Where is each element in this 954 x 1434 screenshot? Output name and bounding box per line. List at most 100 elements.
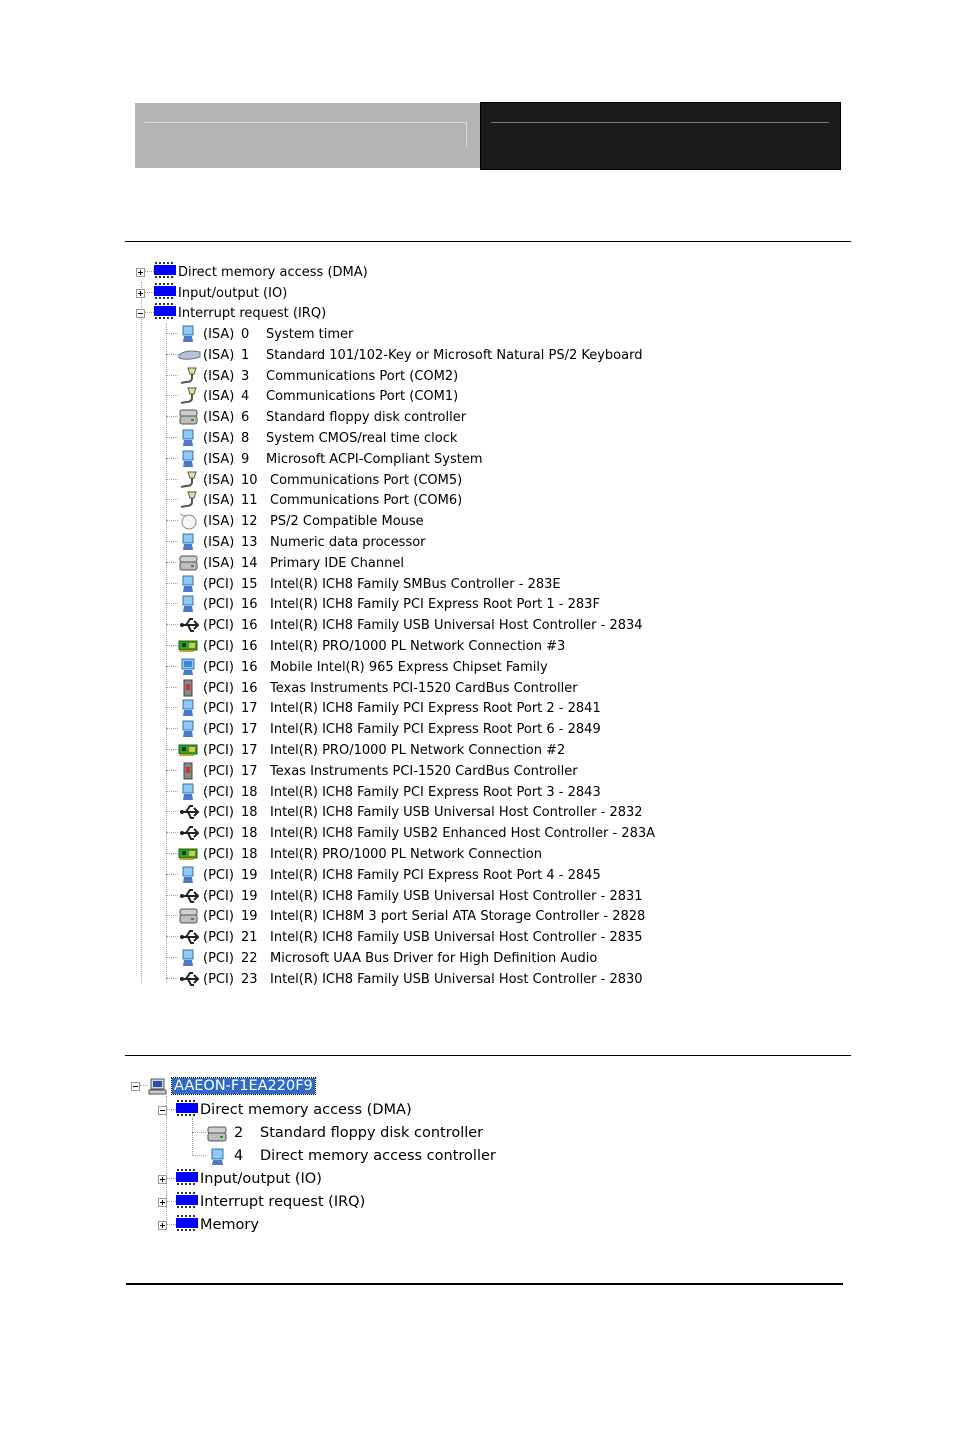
device-label: Intel(R) ICH8 Family USB Universal Host … [270, 617, 643, 633]
irq-list-item[interactable]: (PCI) 16 Intel(R) ICH8 Family USB Universa… [166, 615, 643, 635]
tree-root-computer[interactable]: AAEON-F1EA220F9 [131, 1075, 316, 1097]
irq-list-item[interactable]: (ISA) 0 System timer [166, 324, 353, 344]
bus-type: (PCI) [203, 680, 234, 696]
irq-list-item[interactable]: (PCI) 19 Intel(R) ICH8 Family USB Universa… [166, 886, 643, 906]
tree-category-io[interactable]: Input/output (IO) [136, 283, 287, 303]
system-device-icon [206, 1147, 230, 1165]
tree-connector [166, 791, 178, 793]
bus-type: (PCI) [203, 971, 234, 987]
collapse-icon[interactable] [158, 1105, 167, 1115]
expand-icon[interactable] [136, 267, 145, 277]
tree-connector [166, 874, 178, 876]
irq-list-item[interactable]: (ISA) 13 Numeric data processor [166, 532, 426, 552]
irq-number: 0 [241, 326, 250, 342]
collapse-icon[interactable] [131, 1081, 140, 1091]
device-label: Communications Port (COM2) [266, 368, 459, 384]
bus-type: (ISA) [203, 472, 235, 488]
tree-connector [166, 375, 178, 377]
irq-list-item[interactable]: (PCI) 16 Mobile Intel(R) 965 Express Chips… [166, 657, 548, 677]
irq-list-item[interactable]: (PCI) 19 Intel(R) ICH8M 3 port Serial ATA … [166, 906, 645, 926]
tree-connector [166, 853, 178, 855]
tree-item[interactable]: 4 Direct memory access controller [192, 1145, 496, 1167]
irq-list-item[interactable]: (PCI) 15 Intel(R) ICH8 Family SMBus Contro… [166, 574, 561, 594]
tree-category-dma[interactable]: Direct memory access (DMA) [136, 262, 368, 282]
irq-list-item[interactable]: (ISA) 14 Primary IDE Channel [166, 553, 404, 573]
irq-list-item[interactable]: (PCI) 22 Microsoft UAA Bus Driver for High… [166, 948, 597, 968]
system-device-icon [178, 533, 200, 551]
chip-icon [154, 283, 176, 302]
expand-icon[interactable] [158, 1174, 167, 1184]
collapse-icon[interactable] [136, 308, 145, 318]
tree-guide-line [141, 282, 143, 982]
irq-list-item[interactable]: (PCI) 18 Intel(R) ICH8 Family PCI Express … [166, 782, 601, 802]
tree-connector [166, 811, 178, 813]
irq-list-item[interactable]: (PCI) 17 Intel(R) PRO/1000 PL Network Conn… [166, 740, 565, 760]
tree-item[interactable]: 2 Standard floppy disk controller [192, 1122, 483, 1144]
display-adapter-icon [178, 658, 200, 676]
system-device-icon [178, 450, 200, 468]
tree-category-irq[interactable]: Interrupt request (IRQ) [136, 303, 326, 323]
bus-type: (PCI) [203, 908, 234, 924]
tree-category-irq[interactable]: Interrupt request (IRQ) [158, 1191, 365, 1213]
irq-list-item[interactable]: (ISA) 11 Communications Port (COM6) [166, 490, 462, 510]
irq-number: 18 [241, 846, 258, 862]
tree-category-io[interactable]: Input/output (IO) [158, 1168, 322, 1190]
tree-connector [166, 479, 178, 481]
irq-list-item[interactable]: (PCI) 16 Intel(R) PRO/1000 PL Network Conn… [166, 636, 565, 656]
device-label: Intel(R) ICH8 Family PCI Express Root Po… [270, 700, 601, 716]
network-adapter-icon [178, 741, 200, 759]
usb-icon [178, 803, 200, 821]
irq-list-item[interactable]: (ISA) 3 Communications Port (COM2) [166, 366, 458, 386]
tree-connector [166, 728, 178, 730]
irq-list-item[interactable]: (PCI) 16 Texas Instruments PCI-1520 CardBu… [166, 678, 578, 698]
irq-list-item[interactable]: (ISA) 4 Communications Port (COM1) [166, 386, 458, 406]
irq-list-item[interactable]: (ISA) 1 Standard 101/102-Key or Microsoft … [166, 345, 642, 365]
tree-connector [166, 832, 178, 834]
pcmcia-icon [178, 679, 200, 697]
expand-icon[interactable] [136, 288, 145, 298]
system-device-icon [178, 720, 200, 738]
expand-icon[interactable] [158, 1197, 167, 1207]
irq-number: 18 [241, 784, 258, 800]
tree-connector [166, 624, 178, 626]
bus-type: (PCI) [203, 825, 234, 841]
irq-list-item[interactable]: (PCI) 16 Intel(R) ICH8 Family PCI Express … [166, 594, 600, 614]
irq-list-item[interactable]: (ISA) 12 PS/2 Compatible Mouse [166, 511, 424, 531]
irq-list-item[interactable]: (PCI) 18 Intel(R) ICH8 Family USB Universa… [166, 802, 643, 822]
computer-icon [148, 1077, 168, 1095]
bus-type: (PCI) [203, 867, 234, 883]
bus-type: (ISA) [203, 534, 235, 550]
irq-number: 6 [241, 409, 250, 425]
tree-connector [166, 707, 178, 709]
chip-icon [176, 1100, 198, 1119]
tree-connector [166, 603, 178, 605]
tree-connector [166, 416, 178, 418]
irq-list-item[interactable]: (ISA) 10 Communications Port (COM5) [166, 470, 462, 490]
device-label: Intel(R) ICH8 Family PCI Express Root Po… [270, 596, 600, 612]
irq-list-item[interactable]: (ISA) 8 System CMOS/real time clock [166, 428, 457, 448]
tree-connector [166, 562, 178, 564]
tree-connector [166, 583, 178, 585]
disk-controller-icon [178, 408, 200, 426]
usb-icon [178, 970, 200, 988]
irq-list-item[interactable]: (PCI) 17 Intel(R) ICH8 Family PCI Express … [166, 698, 601, 718]
irq-list-item[interactable]: (PCI) 18 Intel(R) ICH8 Family USB2 Enhance… [166, 823, 655, 843]
tree-category-dma[interactable]: Direct memory access (DMA) [158, 1099, 412, 1121]
irq-list-item[interactable]: (PCI) 19 Intel(R) ICH8 Family PCI Express … [166, 865, 601, 885]
tree-category-memory[interactable]: Memory [158, 1214, 259, 1236]
expand-icon[interactable] [158, 1220, 167, 1230]
irq-list-item[interactable]: (PCI) 17 Intel(R) ICH8 Family PCI Express … [166, 719, 601, 739]
bus-type: (PCI) [203, 700, 234, 716]
device-label: Intel(R) ICH8 Family SMBus Controller - … [270, 576, 561, 592]
irq-list-item[interactable]: (PCI) 21 Intel(R) ICH8 Family USB Universa… [166, 927, 643, 947]
irq-list-item[interactable]: (PCI) 18 Intel(R) PRO/1000 PL Network Conn… [166, 844, 542, 864]
irq-number: 12 [241, 513, 258, 529]
computer-name-label[interactable]: AAEON-F1EA220F9 [171, 1077, 316, 1095]
bus-type: (PCI) [203, 617, 234, 633]
irq-number: 3 [241, 368, 250, 384]
irq-list-item[interactable]: (ISA) 9 Microsoft ACPI-Compliant System [166, 449, 482, 469]
tree-connector [166, 395, 178, 397]
irq-list-item[interactable]: (ISA) 6 Standard floppy disk controller [166, 407, 466, 427]
irq-list-item[interactable]: (PCI) 17 Texas Instruments PCI-1520 CardBu… [166, 761, 578, 781]
irq-list-item[interactable]: (PCI) 23 Intel(R) ICH8 Family USB Universa… [166, 969, 643, 989]
